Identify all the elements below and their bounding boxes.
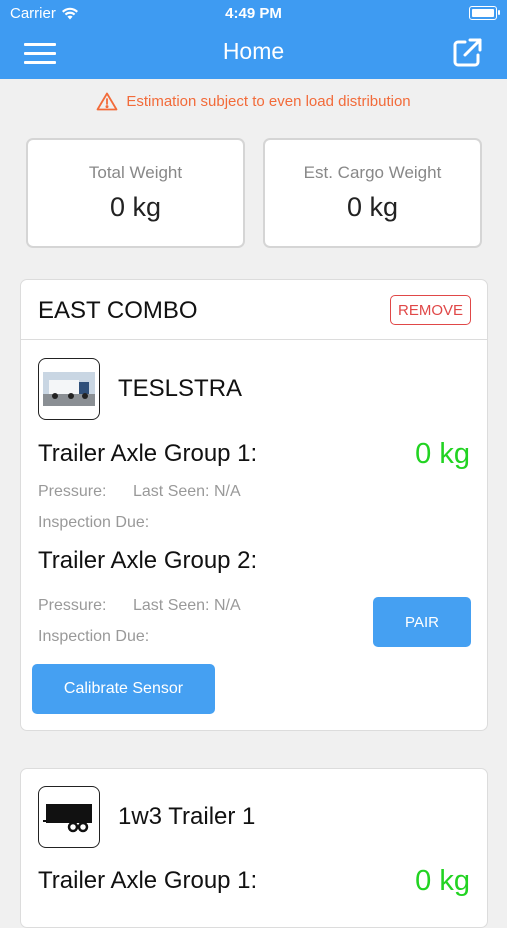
external-link-icon <box>453 38 482 67</box>
navigation-bar: Home <box>0 28 507 79</box>
inspection-due-label: Inspection Due: <box>38 628 150 645</box>
trailer-header[interactable]: 1w3 Trailer 1 <box>38 786 255 848</box>
truck-photo-icon <box>38 358 100 420</box>
warning-text: Estimation subject to even load distribu… <box>126 93 411 110</box>
external-link-button[interactable] <box>450 36 484 70</box>
axle-group-weight: 0 kg <box>415 438 470 470</box>
battery-icon <box>469 6 500 20</box>
combo-header: EAST COMBO REMOVE <box>21 280 487 340</box>
status-bar: Carrier 4:49 PM <box>0 0 507 28</box>
axle-group-weight: 0 kg <box>415 865 470 897</box>
trailer-card: 1w3 Trailer 1 Trailer Axle Group 1: 0 kg <box>20 768 488 928</box>
total-weight-card: Total Weight 0 kg <box>26 138 245 248</box>
calibrate-sensor-button[interactable]: Calibrate Sensor <box>32 664 215 714</box>
warning-icon <box>96 92 118 111</box>
cargo-weight-value: 0 kg <box>346 192 399 222</box>
axle-group-row: Trailer Axle Group 2: <box>38 547 470 581</box>
axle-group-label: Trailer Axle Group 2: <box>38 547 258 574</box>
last-seen-label: Last Seen: N/A <box>133 483 241 500</box>
status-time: 4:49 PM <box>225 5 282 22</box>
trailer-icon <box>38 786 100 848</box>
cargo-weight-card: Est. Cargo Weight 0 kg <box>263 138 482 248</box>
load-warning: Estimation subject to even load distribu… <box>0 92 507 111</box>
combo-title: EAST COMBO <box>38 297 198 324</box>
last-seen-label: Last Seen: N/A <box>133 597 241 614</box>
combo-card: EAST COMBO REMOVE TESLSTRA Trailer Axle … <box>20 279 488 731</box>
trailer-name: 1w3 Trailer 1 <box>118 803 256 830</box>
page-title: Home <box>222 38 285 64</box>
app-header: Carrier 4:49 PM Home <box>0 0 507 79</box>
axle-group-row: Trailer Axle Group 1: 0 kg <box>38 865 470 901</box>
axle-group-label: Trailer Axle Group 1: <box>38 440 258 467</box>
pressure-label: Pressure: <box>38 597 107 614</box>
axle-group-row: Trailer Axle Group 1: 0 kg <box>38 438 470 474</box>
axle-group-label: Trailer Axle Group 1: <box>38 867 258 894</box>
inspection-due-label: Inspection Due: <box>38 514 150 531</box>
total-weight-label: Total Weight <box>88 163 183 182</box>
remove-button[interactable]: REMOVE <box>390 295 471 325</box>
pair-button[interactable]: PAIR <box>373 597 471 647</box>
pressure-label: Pressure: <box>38 483 107 500</box>
total-weight-value: 0 kg <box>109 192 162 222</box>
trailer-name: TESLSTRA <box>118 375 243 402</box>
cargo-weight-label: Est. Cargo Weight <box>303 163 442 182</box>
trailer-header[interactable]: TESLSTRA <box>38 358 242 420</box>
